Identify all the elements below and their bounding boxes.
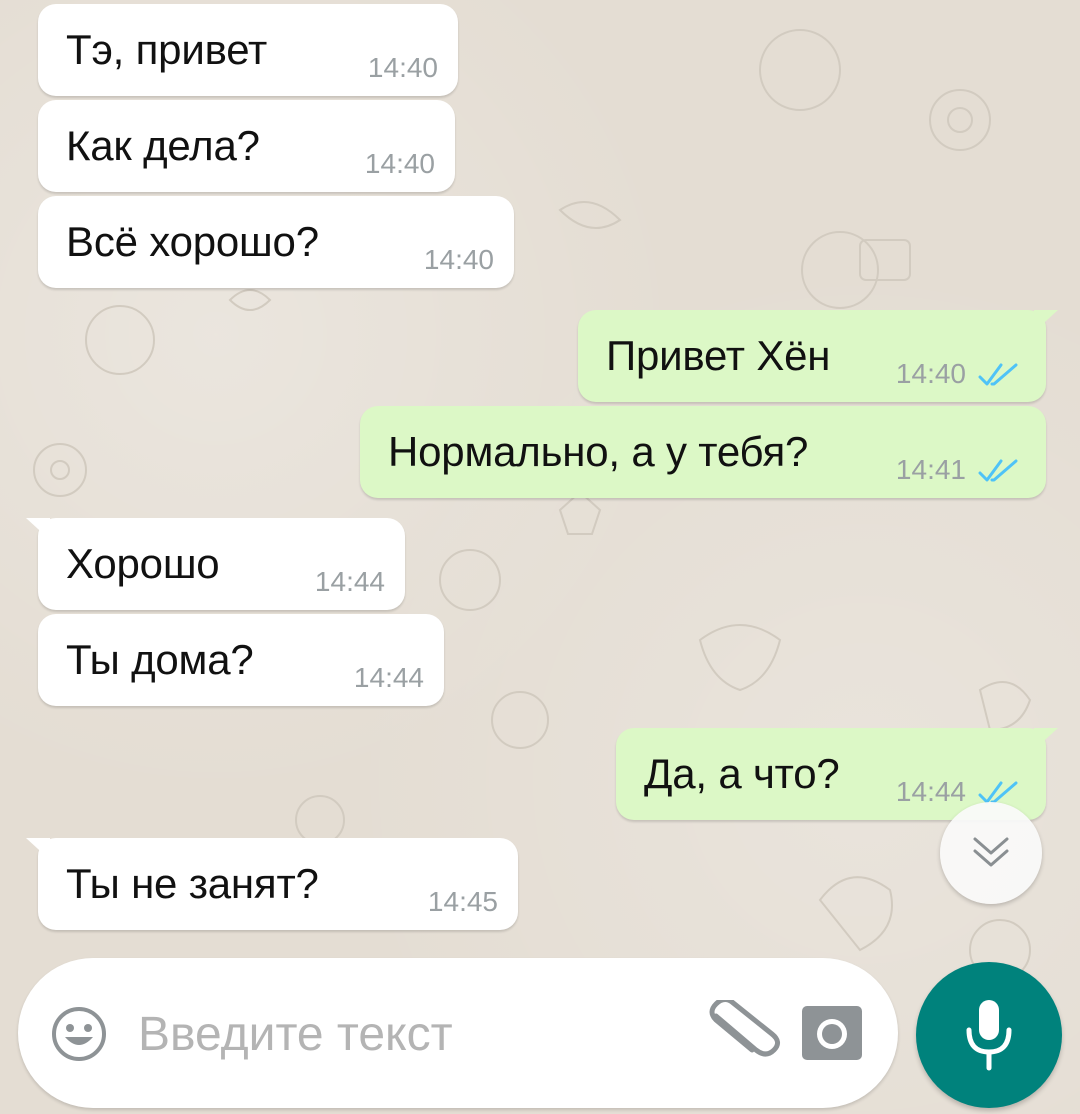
- message-time: 14:45: [427, 886, 498, 917]
- scroll-to-bottom-button[interactable]: [940, 802, 1042, 904]
- mic-icon: [966, 1000, 1012, 1071]
- bubble-tail: [1034, 310, 1058, 332]
- message-time: 14:40: [364, 148, 435, 179]
- bubble-tail: [26, 518, 50, 540]
- message-bubble-incoming[interactable]: Тэ, привет 14:40: [38, 4, 458, 96]
- bubble-tail: [1034, 728, 1058, 750]
- camera-icon[interactable]: [800, 1004, 864, 1062]
- voice-message-button[interactable]: [916, 962, 1062, 1108]
- message-time: 14:41: [895, 454, 966, 485]
- paperclip-icon[interactable]: [698, 1000, 784, 1066]
- message-text: Как дела?: [66, 122, 260, 169]
- message-text: Ты дома?: [66, 636, 254, 683]
- message-time: 14:40: [423, 244, 494, 275]
- message-text: Да, а что?: [644, 750, 840, 797]
- smiley-icon[interactable]: [50, 1005, 108, 1063]
- read-receipt-icon: [978, 363, 1018, 386]
- bubble-tail: [26, 838, 50, 860]
- read-receipt-icon: [978, 459, 1018, 482]
- double-chevron-down-icon: [973, 837, 1009, 867]
- message-bubble-incoming[interactable]: Как дела? 14:40: [38, 100, 455, 192]
- message-time: 14:40: [367, 52, 438, 83]
- message-bubble-incoming[interactable]: Ты дома? 14:44: [38, 614, 444, 706]
- message-input[interactable]: [136, 998, 680, 1070]
- message-bubble-outgoing[interactable]: Привет Хён 14:40: [578, 310, 1058, 402]
- message-text: Ты не занят?: [66, 860, 319, 907]
- message-bubble-incoming[interactable]: Хорошо 14:44: [26, 518, 405, 610]
- message-composer: [18, 958, 898, 1108]
- message-text: Привет Хён: [606, 332, 831, 379]
- message-time: 14:40: [895, 358, 966, 389]
- message-time: 14:44: [353, 662, 424, 693]
- message-bubble-outgoing[interactable]: Нормально, а у тебя? 14:41: [360, 406, 1046, 498]
- message-text: Всё хорошо?: [66, 218, 319, 265]
- message-text: Нормально, а у тебя?: [388, 428, 809, 475]
- message-text: Хорошо: [66, 540, 220, 587]
- message-bubble-incoming[interactable]: Ты не занят? 14:45: [26, 838, 518, 930]
- message-list[interactable]: Тэ, привет 14:40 Как дела? 14:40 Всё хор…: [0, 0, 1080, 950]
- message-text: Тэ, привет: [66, 26, 268, 73]
- message-bubble-incoming[interactable]: Всё хорошо? 14:40: [38, 196, 514, 288]
- message-time: 14:44: [314, 566, 385, 597]
- message-time: 14:44: [895, 776, 966, 807]
